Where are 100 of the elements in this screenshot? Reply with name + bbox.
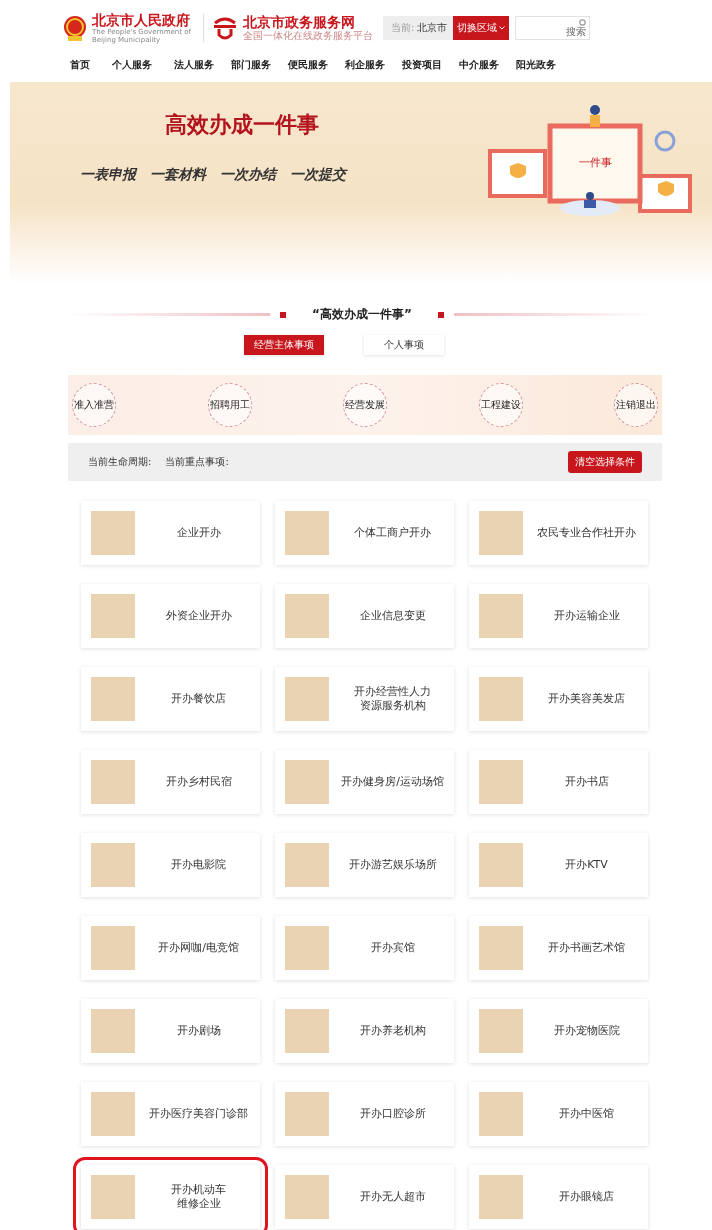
- section-title: “高效办成一件事”: [311, 306, 413, 323]
- illustration-placeholder: [479, 1092, 523, 1136]
- service-label: 开办健身房/运动场馆: [341, 775, 444, 789]
- service-card[interactable]: 开办口腔诊所: [275, 1082, 454, 1146]
- illustration-placeholder: [479, 511, 523, 555]
- nav-item[interactable]: 便民服务: [288, 58, 345, 74]
- service-card[interactable]: 开办眼镜店: [469, 1165, 648, 1229]
- service-card[interactable]: 开办养老机构: [275, 999, 454, 1063]
- caret-icon: [499, 26, 506, 30]
- service-label: 开办乡村民宿: [165, 775, 232, 789]
- illustration-placeholder: [285, 1175, 329, 1219]
- service-card[interactable]: 开办电影院: [81, 833, 260, 897]
- lifecycle-stage[interactable]: 招聘用工: [207, 383, 252, 427]
- region-value: 北京市: [417, 21, 448, 35]
- illustration-placeholder: [479, 1009, 523, 1053]
- service-label: 开办口腔诊所: [359, 1107, 426, 1121]
- service-card[interactable]: 开办宠物医院: [469, 999, 648, 1063]
- service-card[interactable]: 外资企业开办: [81, 584, 260, 648]
- service-card[interactable]: 个体工商户开办: [275, 501, 454, 565]
- illustration-placeholder: [285, 511, 329, 555]
- service-label: 开办机动车: [171, 1183, 226, 1197]
- service-card[interactable]: 开办美容美发店: [469, 667, 648, 731]
- service-label: 开办剧场: [176, 1024, 221, 1038]
- gov-title: 北京市人民政府: [92, 12, 192, 28]
- nav-item[interactable]: 投资项目: [402, 58, 459, 74]
- banner-title: 高效办成一件事: [165, 111, 319, 139]
- illustration-placeholder: [91, 677, 135, 721]
- illustration-placeholder: [91, 843, 135, 887]
- illustration-placeholder: [285, 760, 329, 804]
- service-label: 开办眼镜店: [559, 1190, 614, 1204]
- service-card[interactable]: 开办运输企业: [469, 584, 648, 648]
- service-label: 开办美容美发店: [548, 692, 625, 706]
- region-switch-button[interactable]: 切换区域: [453, 16, 510, 40]
- illustration-placeholder: [91, 594, 135, 638]
- service-card[interactable]: 开办KTV: [469, 833, 648, 897]
- service-card[interactable]: 开办健身房/运动场馆: [275, 750, 454, 814]
- service-card[interactable]: 开办游艺娱乐场所: [275, 833, 454, 897]
- banner-slogan: 一表申报: [80, 166, 136, 184]
- service-label: 开办医疗美容门诊部: [149, 1107, 248, 1121]
- region-label: 当前:: [391, 21, 415, 35]
- service-label: 开办KTV: [565, 858, 608, 872]
- service-card[interactable]: 开办餐饮店: [81, 667, 260, 731]
- clear-filter-button[interactable]: 清空选择条件: [568, 451, 642, 473]
- service-card[interactable]: 开办网咖/电竞馆: [81, 916, 260, 980]
- service-card[interactable]: 开办经营性人力 资源服务机构: [275, 667, 454, 731]
- portal-title: 北京市政务服务网: [243, 14, 356, 30]
- illustration-placeholder: [479, 926, 523, 970]
- search-field[interactable]: 搜索: [515, 16, 591, 40]
- service-label: 开办中医馆: [559, 1107, 614, 1121]
- illustration-placeholder: [479, 1175, 523, 1219]
- service-card[interactable]: 开办剧场: [81, 999, 260, 1063]
- service-label: 开办书店: [564, 775, 609, 789]
- lifecycle-stage[interactable]: 工程建设: [478, 383, 523, 427]
- service-card[interactable]: 开办宾馆: [275, 916, 454, 980]
- service-card[interactable]: 开办书店: [469, 750, 648, 814]
- nav-item[interactable]: 阳光政务: [516, 58, 573, 74]
- service-label: 企业信息变更: [359, 609, 426, 623]
- service-card[interactable]: 企业信息变更: [275, 584, 454, 648]
- service-label: 开办电影院: [171, 858, 226, 872]
- illustration-placeholder: [479, 843, 523, 887]
- lifecycle-stage[interactable]: 经营发展: [343, 383, 387, 427]
- search-label: 搜索: [566, 26, 587, 37]
- illustration-placeholder: [479, 760, 523, 804]
- service-label: 开办无人超市: [359, 1190, 426, 1204]
- service-label: 开办餐饮店: [171, 692, 226, 706]
- service-card[interactable]: 开办机动车 维修企业: [81, 1165, 260, 1229]
- nav-item[interactable]: 法人服务: [174, 58, 231, 74]
- illustration-placeholder: [285, 1009, 329, 1053]
- category-tab[interactable]: 个人事项: [364, 335, 444, 355]
- nav-item[interactable]: 首页: [70, 58, 112, 74]
- nav-item[interactable]: 中介服务: [459, 58, 516, 74]
- service-label: 开办书画艺术馆: [548, 941, 625, 955]
- service-card[interactable]: 开办乡村民宿: [81, 750, 260, 814]
- focus-label: 当前重点事项:: [165, 455, 229, 469]
- illustration-placeholder: [91, 1175, 135, 1219]
- service-card[interactable]: 企业开办: [81, 501, 260, 565]
- banner-slogan: 一次办结: [220, 166, 276, 184]
- illustration-placeholder: [285, 926, 329, 970]
- nav-item[interactable]: 部门服务: [231, 58, 288, 74]
- service-card[interactable]: 开办书画艺术馆: [469, 916, 648, 980]
- service-card[interactable]: 开办中医馆: [469, 1082, 648, 1146]
- service-card[interactable]: 开办无人超市: [275, 1165, 454, 1229]
- illustration-placeholder: [285, 1092, 329, 1136]
- lifecycle-stage[interactable]: 准入准营: [72, 383, 116, 427]
- service-card[interactable]: 开办医疗美容门诊部: [81, 1082, 260, 1146]
- illustration-placeholder: [285, 677, 329, 721]
- category-tab[interactable]: 经营主体事项: [244, 335, 324, 355]
- illustration-placeholder: [285, 594, 329, 638]
- search-icon: [579, 19, 587, 26]
- service-card[interactable]: 农民专业合作社开办: [469, 501, 648, 565]
- nav-item[interactable]: 利企服务: [345, 58, 402, 74]
- banner-slogan: 一次提交: [290, 166, 346, 184]
- service-label: 外资企业开办: [165, 609, 232, 623]
- nav-item[interactable]: 个人服务: [112, 58, 174, 74]
- illustration-placeholder: [285, 843, 329, 887]
- portal-subtitle: 全国一体化在线政务服务平台: [243, 30, 373, 42]
- illustration-placeholder: [91, 760, 135, 804]
- service-label: 企业开办: [176, 526, 221, 540]
- lifecycle-stage[interactable]: 注销退出: [614, 383, 658, 427]
- illustration-placeholder: [91, 511, 135, 555]
